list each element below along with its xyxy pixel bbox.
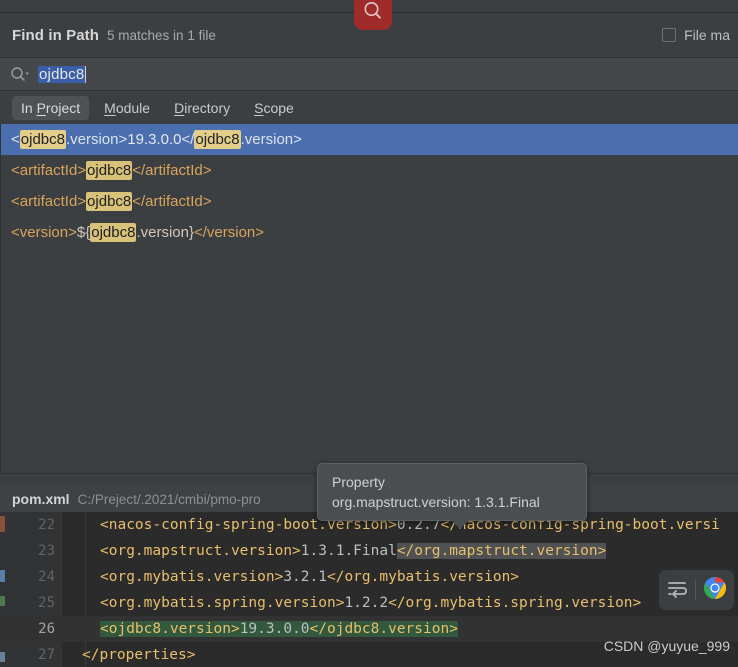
line-number: 22 xyxy=(38,517,55,533)
search-result-row[interactable]: <version> ${ojdbc8 .version} </version> xyxy=(1,217,738,248)
match-highlight: ojdbc8 xyxy=(194,130,241,149)
line-number: 25 xyxy=(38,595,55,611)
code-line-text: <ojdbc8.version>19.3.0.0</ojdbc8.version… xyxy=(100,616,458,642)
search-dropdown-icon[interactable] xyxy=(10,66,30,82)
scope-tab-directory[interactable]: Directory xyxy=(165,96,239,120)
search-results-list[interactable]: < ojdbc8 .version> 19.3.0.0 </ojdbc8 .version… xyxy=(0,124,738,472)
scope-tab-scope[interactable]: Scope xyxy=(245,96,303,120)
code-line-text: <org.mybatis.spring.version>1.2.2</org.m… xyxy=(100,590,641,616)
editor-float-toolbar[interactable] xyxy=(659,570,734,610)
match-highlight: ojdbc8 xyxy=(86,161,133,180)
result-text: < xyxy=(11,131,20,148)
search-result-row[interactable]: <artifactId> ojdbc8 </artifactId> xyxy=(1,186,738,217)
match-highlight: ojdbc8 xyxy=(19,130,66,149)
code-token: </org.mybatis.spring.version> xyxy=(388,595,642,611)
preview-file-path: C:/Preject/.2021/cmbi/pmo-pro xyxy=(77,491,261,507)
result-text: <version> xyxy=(11,224,77,241)
code-line-text: <org.mybatis.version>3.2.1</org.mybatis.… xyxy=(100,564,519,590)
text-caret xyxy=(85,65,87,83)
result-text: .version> xyxy=(65,131,128,148)
result-text: </version> xyxy=(193,224,265,241)
match-highlight: ojdbc8 xyxy=(90,223,137,242)
code-token: </properties> xyxy=(82,647,196,663)
line-number: 27 xyxy=(38,647,55,663)
search-icon-badge[interactable] xyxy=(354,0,392,30)
file-mask-control[interactable]: File ma xyxy=(662,27,730,43)
line-number: 26 xyxy=(38,621,55,637)
line-number: 23 xyxy=(38,543,55,559)
result-text: .version> xyxy=(240,131,302,148)
watermark: CSDN @yuyue_999 xyxy=(603,638,730,654)
code-token: 19.3.0.0 xyxy=(239,621,310,637)
result-text: </ xyxy=(181,131,195,148)
match-count-label: 5 matches in 1 file xyxy=(107,27,216,43)
code-line-text: <org.mapstruct.version>1.3.1.Final</org.… xyxy=(100,538,607,564)
result-text: ${ xyxy=(76,224,91,241)
result-text: <artifactId> xyxy=(11,162,87,179)
code-token: <ojdbc8.version> xyxy=(100,621,240,637)
code-token: <org.mapstruct.version> xyxy=(100,543,301,559)
preview-file-name: pom.xml xyxy=(12,491,70,507)
tooltip-arrow xyxy=(451,520,469,529)
search-result-row[interactable]: <artifactId> ojdbc8 </artifactId> xyxy=(1,155,738,186)
code-line-text: </properties> xyxy=(82,642,196,667)
code-token: <org.mybatis.version> xyxy=(100,569,284,585)
code-line[interactable]: 24 <org.mybatis.version>3.2.1</org.mybati… xyxy=(0,564,738,590)
scope-tabs: In Project Module Directory Scope xyxy=(0,91,738,124)
result-text: </artifactId> xyxy=(132,193,212,210)
code-line[interactable]: 25 <org.mybatis.spring.version>1.2.2</org… xyxy=(0,590,738,616)
property-tooltip: Property org.mapstruct.version: 1.3.1.Fi… xyxy=(317,463,587,529)
code-token: 3.2.1 xyxy=(283,569,327,585)
search-icon xyxy=(364,2,381,19)
match-highlight: ojdbc8 xyxy=(86,192,133,211)
code-token: 1.2.2 xyxy=(344,595,389,611)
search-result-row[interactable]: < ojdbc8 .version> 19.3.0.0 </ojdbc8 .version… xyxy=(1,124,738,155)
file-mask-checkbox[interactable] xyxy=(662,28,677,42)
line-number: 24 xyxy=(38,569,55,585)
page-title: Find in Path xyxy=(12,26,100,44)
scope-tab-in-project[interactable]: In Project xyxy=(12,95,90,120)
result-text: <artifactId> xyxy=(11,193,87,210)
file-mask-label: File ma xyxy=(684,27,730,43)
search-input-row[interactable]: ojdbc8 xyxy=(0,57,738,91)
chrome-icon[interactable] xyxy=(703,576,727,605)
result-text: .version} xyxy=(136,224,194,241)
code-token: 1.3.1.Final xyxy=(300,543,397,559)
find-in-path-window: Find in Path 5 matches in 1 file File ma… xyxy=(0,0,738,667)
code-token: <org.mybatis.spring.version> xyxy=(100,595,345,611)
soft-wrap-icon[interactable] xyxy=(666,578,688,603)
result-text: 19.3.0.0 xyxy=(127,131,182,148)
tooltip-line-2: org.mapstruct.version: 1.3.1.Final xyxy=(332,494,540,510)
code-token: </org.mybatis.version> xyxy=(326,569,520,585)
code-line[interactable]: 23 <org.mapstruct.version>1.3.1.Final</or… xyxy=(0,538,738,564)
code-token: </ojdbc8.version> xyxy=(309,621,458,637)
scope-tab-module[interactable]: Module xyxy=(95,96,159,120)
search-input[interactable]: ojdbc8 xyxy=(38,65,86,83)
code-token: </org.mapstruct.version> xyxy=(396,543,607,559)
tooltip-line-1: Property xyxy=(332,474,385,490)
toolbar-separator xyxy=(695,580,696,600)
result-text: </artifactId> xyxy=(132,162,212,179)
